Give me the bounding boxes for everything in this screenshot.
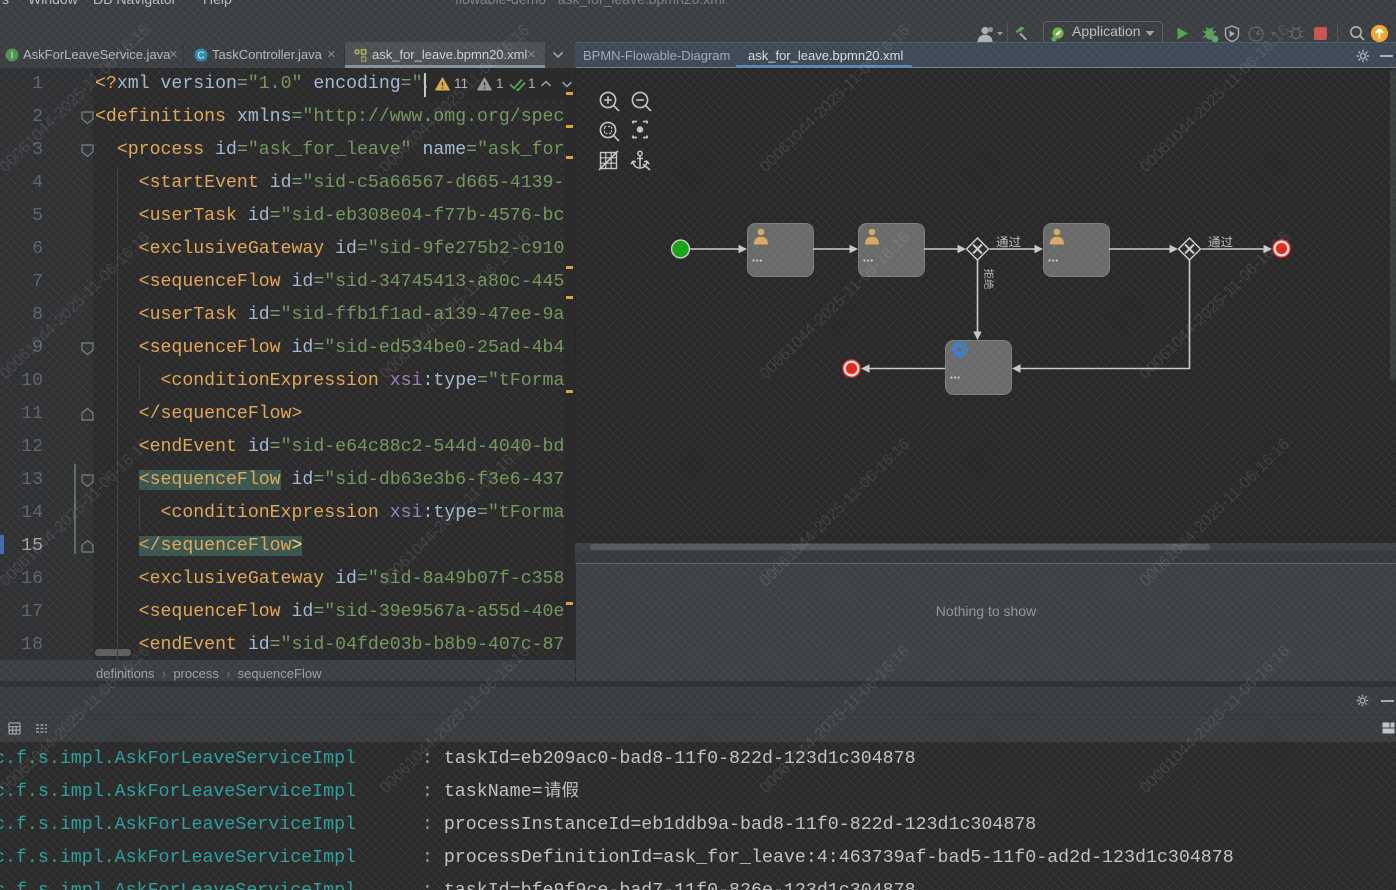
svg-text:C: C bbox=[197, 51, 204, 62]
svg-text:I: I bbox=[11, 51, 14, 62]
